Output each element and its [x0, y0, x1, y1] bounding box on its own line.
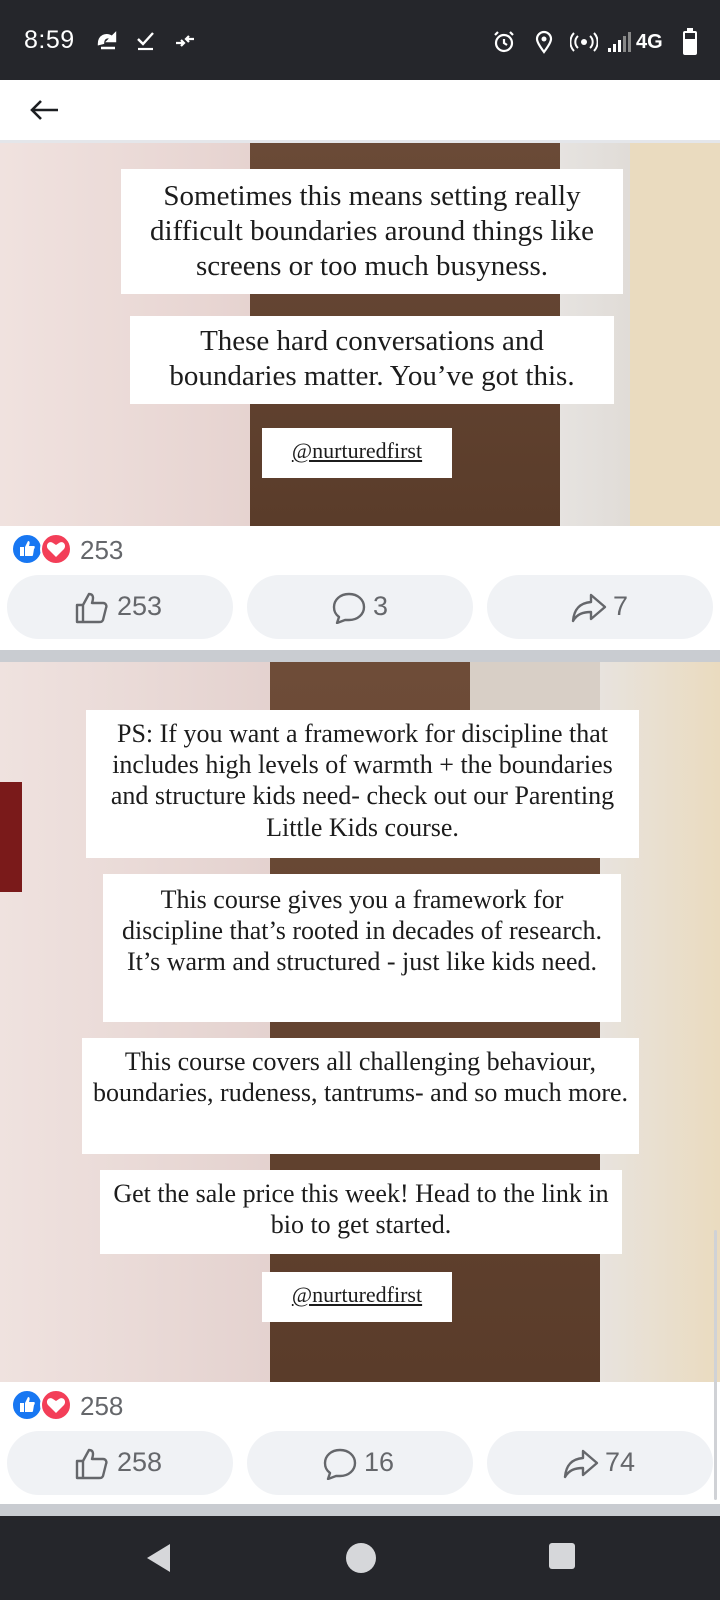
thumbs-up-icon: [75, 592, 108, 624]
location-icon: [535, 30, 553, 54]
text-card: Sometimes this means setting really diff…: [121, 169, 623, 294]
like-button[interactable]: 258: [7, 1431, 233, 1495]
share-arrow-icon: [563, 1449, 599, 1479]
recents-square-icon[interactable]: [548, 1542, 576, 1570]
red-object: [0, 782, 22, 892]
share-button[interactable]: 7: [487, 575, 713, 639]
text-card: These hard conversations and boundaries …: [130, 316, 614, 404]
network-type: 4G: [636, 31, 663, 53]
system-nav-bar: [0, 1516, 720, 1600]
handle-label: @nurturedfirst: [262, 1272, 452, 1322]
comment-bubble-icon: [332, 592, 366, 624]
share-arrow-icon: [571, 593, 607, 623]
window-sill: [630, 143, 720, 526]
reaction-count: 253: [80, 535, 124, 565]
status-time: 8:59: [24, 26, 75, 54]
text-card: This course covers all challenging behav…: [82, 1038, 639, 1154]
post-separator: [0, 1504, 720, 1516]
alarm-icon: [494, 31, 514, 53]
like-love-reaction-icons: [11, 1389, 72, 1421]
text-card: PS: If you want a framework for discipli…: [86, 710, 639, 858]
back-arrow-icon[interactable]: [28, 96, 60, 124]
hotspot-icon: [570, 32, 598, 52]
home-circle-icon[interactable]: [345, 1542, 377, 1574]
like-love-reaction-icons: [11, 533, 72, 565]
cloud-sync-icon: [97, 31, 117, 50]
check-icon: [137, 32, 154, 51]
like-button[interactable]: 253: [7, 575, 233, 639]
reaction-count: 258: [80, 1391, 124, 1421]
post-image[interactable]: Sometimes this means setting really diff…: [0, 143, 720, 526]
share-button[interactable]: 74: [487, 1431, 713, 1495]
share-count: 74: [605, 1447, 636, 1477]
like-count: 253: [117, 591, 163, 621]
comment-count: 16: [364, 1447, 395, 1477]
post-separator: [0, 650, 720, 662]
comment-count: 3: [373, 591, 389, 621]
post-image[interactable]: PS: If you want a framework for discipli…: [0, 662, 720, 1382]
scrollbar[interactable]: [714, 1230, 717, 1500]
comment-bubble-icon: [323, 1448, 357, 1480]
share-count: 7: [613, 591, 629, 621]
text-card: This course gives you a framework for di…: [103, 874, 621, 1022]
signal-icon: [608, 32, 631, 52]
handle-label: @nurturedfirst: [262, 428, 452, 478]
like-count: 258: [117, 1447, 163, 1477]
back-triangle-icon[interactable]: [144, 1542, 174, 1574]
comment-button[interactable]: 16: [247, 1431, 473, 1495]
status-bar: 8:59 4G: [0, 0, 720, 80]
battery-icon: [683, 28, 697, 55]
comment-button[interactable]: 3: [247, 575, 473, 639]
app-bar: [0, 80, 720, 140]
data-arrows-icon: [176, 35, 194, 47]
text-card: Get the sale price this week! Head to th…: [100, 1170, 622, 1254]
thumbs-up-icon: [75, 1448, 108, 1480]
